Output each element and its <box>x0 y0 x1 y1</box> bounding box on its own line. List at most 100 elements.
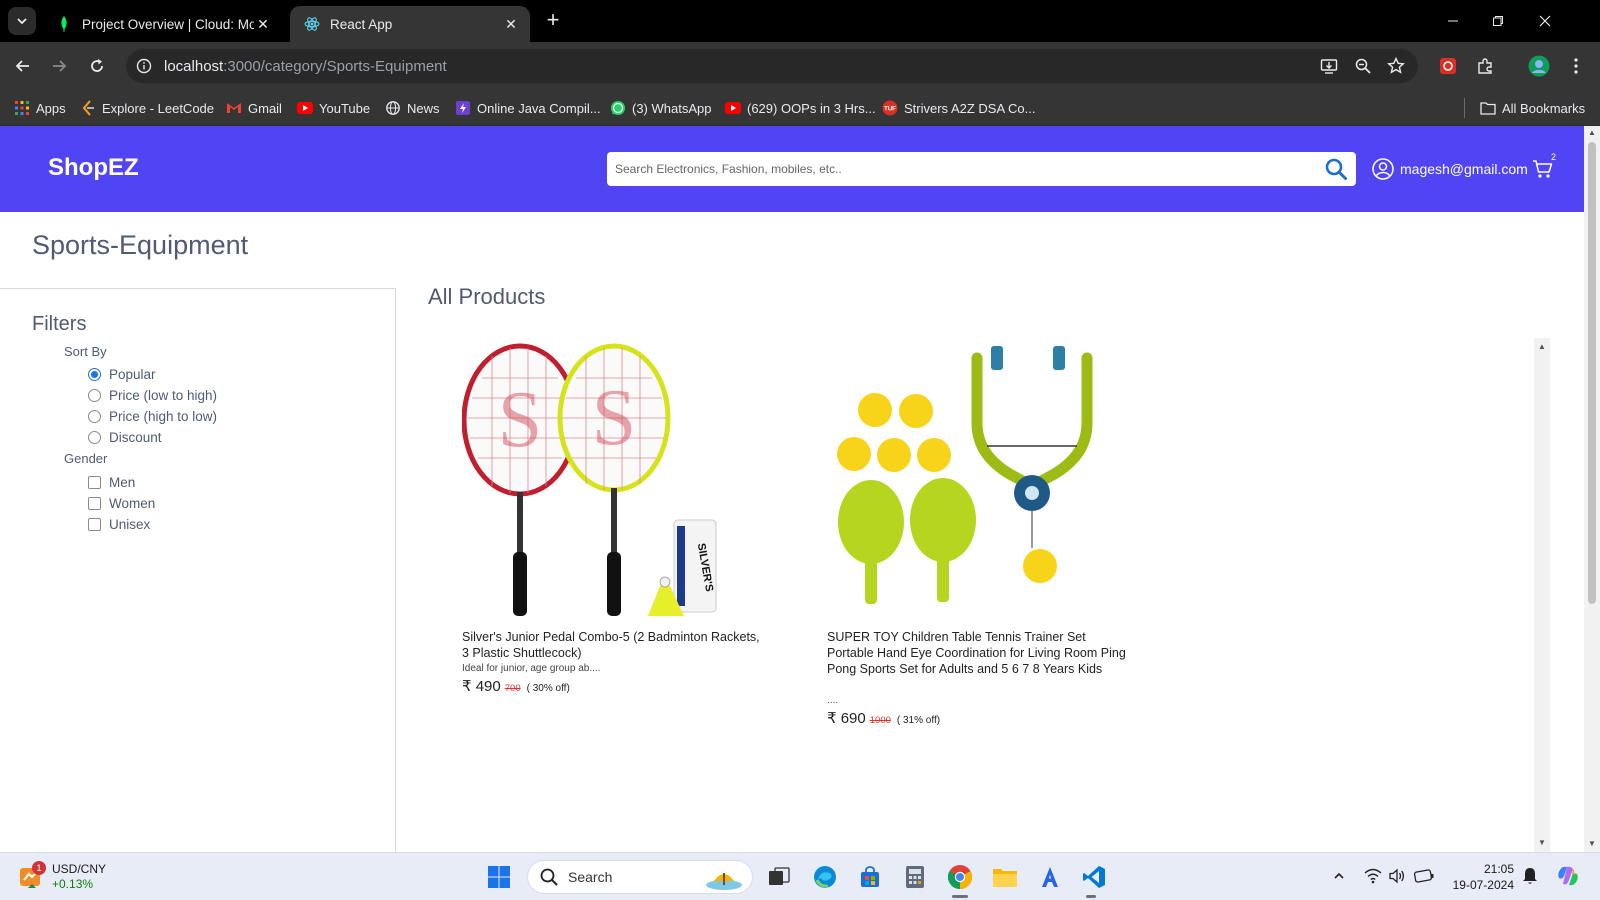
sort-option-label: Popular <box>109 366 156 382</box>
bookmark-apps[interactable]: Apps <box>14 97 66 119</box>
install-app-icon[interactable] <box>1316 53 1342 79</box>
taskbar-search-label: Search <box>568 869 613 885</box>
running-app-indicator <box>1086 895 1096 898</box>
forward-arrow-icon[interactable] <box>45 52 73 80</box>
copilot-icon[interactable] <box>1555 863 1581 889</box>
close-window-icon[interactable] <box>1532 8 1558 34</box>
product-price: ₹ 690 <box>827 710 866 727</box>
volume-icon[interactable] <box>1386 865 1408 887</box>
compiler-icon <box>455 100 471 116</box>
radio-button[interactable] <box>88 430 101 444</box>
vscode-icon[interactable] <box>1078 861 1110 893</box>
site-info-icon[interactable] <box>134 56 154 76</box>
bookmark-whatsapp[interactable]: (3) WhatsApp <box>610 97 711 119</box>
browser-toolbar: localhost:3000/category/Sports-Equipment <box>0 42 1600 90</box>
product-name[interactable]: Silver's Junior Pedal Combo-5 (2 Badmint… <box>462 629 762 661</box>
bookmark-oops-video[interactable]: (629) OOPs in 3 Hrs... <box>725 97 876 119</box>
scroll-down-arrow-icon[interactable]: ▼ <box>1538 838 1546 847</box>
close-tab-icon[interactable]: ✕ <box>502 15 520 33</box>
products-grid: S S SILVER'S Silver's Junior Pedal Combo… <box>428 338 1550 852</box>
scroll-down-arrow-icon[interactable]: ▼ <box>1588 840 1596 848</box>
battery-icon[interactable] <box>1413 865 1435 887</box>
bookmark-gmail[interactable]: Gmail <box>226 97 282 119</box>
user-profile-link[interactable]: magesh@gmail.com <box>1372 157 1528 181</box>
product-discount: ( 30% off) <box>526 683 570 694</box>
widget-text: USD/CNY +0.13% <box>52 862 106 892</box>
edge-browser-icon[interactable] <box>809 861 841 893</box>
sort-option-price-low-high[interactable]: Price (low to high) <box>88 386 217 404</box>
restore-icon[interactable] <box>1485 8 1511 34</box>
bookmark-star-icon[interactable] <box>1383 53 1409 79</box>
calculator-icon[interactable] <box>899 861 931 893</box>
minimize-icon[interactable] <box>1440 8 1466 34</box>
radio-button[interactable] <box>88 367 101 381</box>
scroll-up-arrow-icon[interactable]: ▲ <box>1588 129 1596 137</box>
svg-text:S: S <box>592 374 637 462</box>
gender-option-women[interactable]: Women <box>88 494 155 512</box>
windows-start-icon[interactable] <box>483 861 515 893</box>
sort-option-label: Price (high to low) <box>109 408 218 424</box>
product-name[interactable]: SUPER TOY Children Table Tennis Trainer … <box>827 629 1127 677</box>
address-bar[interactable]: localhost:3000/category/Sports-Equipment <box>126 49 1418 83</box>
system-clock[interactable]: 21:05 19-07-2024 <box>1442 861 1514 893</box>
microsoft-store-icon[interactable] <box>854 861 886 893</box>
chevron-up-icon[interactable] <box>1328 865 1350 887</box>
bookmark-strivers[interactable]: TUF Strivers A2Z DSA Co... <box>882 97 1036 119</box>
bookmark-label: Gmail <box>248 100 282 116</box>
close-tab-icon[interactable]: ✕ <box>254 15 272 33</box>
chart-up-icon: 1 <box>18 861 46 890</box>
profile-avatar-icon[interactable] <box>1526 53 1552 79</box>
widget-value: +0.13% <box>52 877 94 891</box>
reload-icon[interactable] <box>83 52 111 80</box>
widget-title: USD/CNY <box>52 862 107 876</box>
whatsapp-icon <box>610 100 626 116</box>
checkbox[interactable] <box>88 475 101 489</box>
tab-mongodb[interactable]: Project Overview | Cloud: MongoDB Cloud … <box>42 6 282 42</box>
chrome-icon[interactable] <box>944 861 976 893</box>
youtube-icon <box>297 100 313 116</box>
gender-option-men[interactable]: Men <box>88 473 135 491</box>
checkbox[interactable] <box>88 496 101 510</box>
bookmark-leetcode[interactable]: Explore - LeetCode <box>80 97 214 119</box>
chrome-menu-icon[interactable] <box>1563 53 1589 79</box>
radio-button[interactable] <box>88 409 101 423</box>
bookmark-youtube[interactable]: YouTube <box>297 97 370 119</box>
task-view-icon[interactable] <box>763 861 795 893</box>
radio-button[interactable] <box>88 388 101 402</box>
sort-option-popular[interactable]: Popular <box>88 365 156 383</box>
active-app-indicator <box>952 895 968 898</box>
sort-option-price-high-low[interactable]: Price (high to low) <box>88 407 217 425</box>
new-tab-button[interactable]: + <box>542 9 564 32</box>
search-icon[interactable] <box>1324 157 1348 181</box>
brand-logo[interactable]: ShopEZ <box>48 154 139 182</box>
tab-search-button[interactable] <box>8 7 36 35</box>
bookmark-label: Explore - LeetCode <box>102 100 215 116</box>
bookmark-news[interactable]: News <box>385 97 440 119</box>
sort-option-discount[interactable]: Discount <box>88 428 162 446</box>
bookmark-label: (629) OOPs in 3 Hrs... <box>747 100 876 116</box>
scroll-up-arrow-icon[interactable]: ▲ <box>1538 342 1546 351</box>
products-scrollbar[interactable]: ▲ ▼ <box>1534 338 1550 852</box>
notification-bell-icon[interactable] <box>1519 865 1541 887</box>
product-description: .... <box>827 695 839 706</box>
gender-option-unisex[interactable]: Unisex <box>88 515 150 533</box>
site-search-box <box>607 152 1356 186</box>
extensions-puzzle-icon[interactable] <box>1472 53 1498 79</box>
file-explorer-icon[interactable] <box>989 861 1021 893</box>
tab-react-app[interactable]: React App ✕ <box>290 6 530 42</box>
taskbar-search-box[interactable]: Search <box>527 860 753 894</box>
scrollbar-thumb[interactable] <box>1588 142 1596 604</box>
tab-title: React App <box>330 16 393 32</box>
page-scrollbar[interactable]: ▲ ▼ <box>1584 126 1600 852</box>
extension-red-icon[interactable] <box>1435 53 1461 79</box>
site-search-input[interactable] <box>607 152 1307 186</box>
zoom-icon[interactable] <box>1350 53 1376 79</box>
back-arrow-icon[interactable] <box>9 52 37 80</box>
translator-app-icon[interactable] <box>1034 861 1066 893</box>
all-bookmarks-button[interactable]: All Bookmarks <box>1480 97 1585 119</box>
wifi-icon[interactable] <box>1362 865 1384 887</box>
bookmark-java-compiler[interactable]: Online Java Compil... <box>455 97 601 119</box>
url-text: localhost:3000/category/Sports-Equipment <box>164 58 447 75</box>
currency-widget[interactable]: 1 USD/CNY +0.13% <box>18 861 106 893</box>
checkbox[interactable] <box>88 517 101 531</box>
